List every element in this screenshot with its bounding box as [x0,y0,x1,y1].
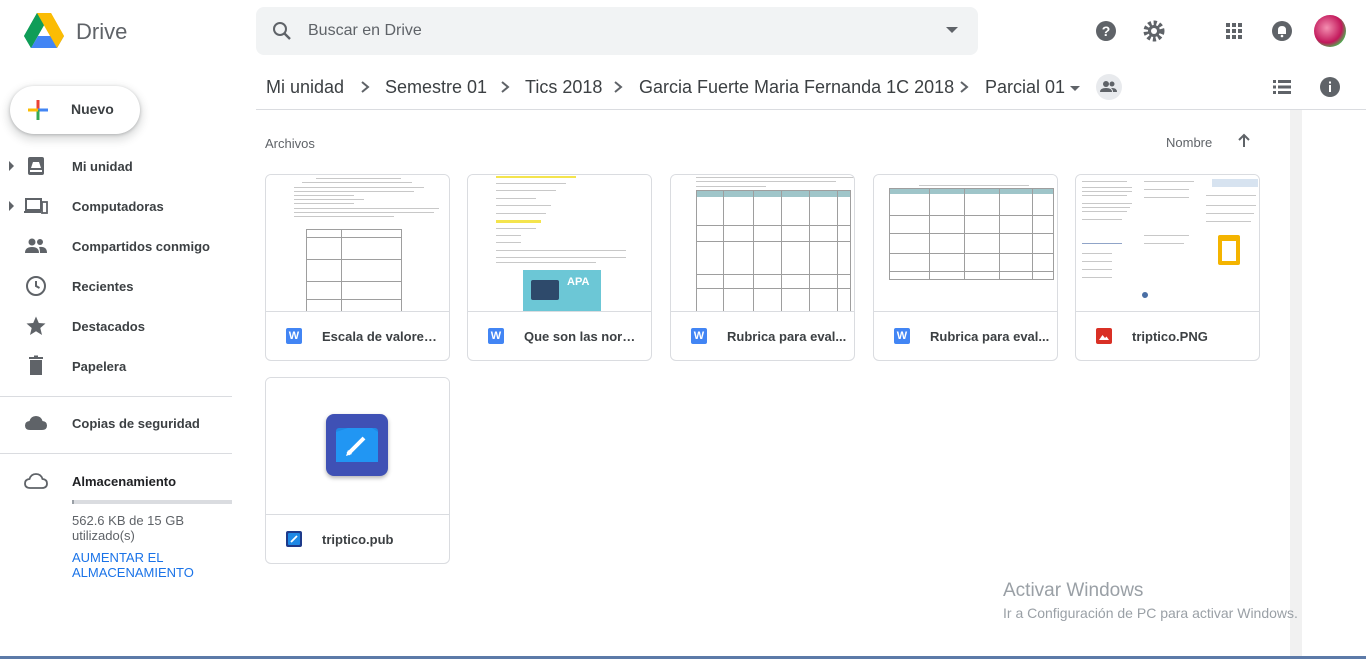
search-options-icon[interactable] [946,27,958,33]
breadcrumb-item[interactable]: Semestre 01 [385,77,487,98]
sidebar-item-my-drive[interactable]: Mi unidad [0,150,240,182]
file-name: triptico.PNG [1132,329,1208,344]
breadcrumb-item[interactable]: Garcia Fuerte Maria Fernanda 1C 2018 [639,77,954,98]
file-card[interactable]: triptico.pub [265,377,450,564]
file-card[interactable]: W Rubrica para eval... [670,174,855,361]
plus-icon [28,100,48,120]
sidebar-divider [0,453,232,454]
apa-image: APA [523,270,601,311]
chevron-right-icon [501,81,510,93]
search-icon[interactable] [270,19,294,43]
sidebar-item-trash[interactable]: Papelera [0,350,240,382]
cloud-icon [25,416,47,430]
file-thumbnail [1076,175,1259,312]
sidebar-item-label: Compartidos conmigo [72,239,210,254]
people-icon [25,238,47,253]
avatar[interactable] [1314,15,1346,47]
settings-icon[interactable] [1142,19,1166,43]
breadcrumb-current[interactable]: Parcial 01 [985,77,1065,98]
chevron-right-icon [614,81,623,93]
apps-icon[interactable] [1222,19,1246,43]
trash-icon [29,355,43,375]
chevron-right-icon [960,81,969,93]
star-icon [26,316,46,335]
publisher-file-icon [286,531,302,547]
folder-menu-caret-icon[interactable] [1068,82,1082,96]
storage-bar [72,500,232,504]
sidebar-item-storage[interactable]: Almacenamiento [0,465,240,497]
sidebar-item-computers[interactable]: Computadoras [0,190,240,222]
sidebar-item-backups[interactable]: Copias de seguridad [0,407,240,439]
search-input[interactable] [308,19,908,43]
new-button-label: Nuevo [71,101,114,117]
sidebar-item-recent[interactable]: Recientes [0,270,240,302]
file-card[interactable]: W Escala de valores ... [265,174,450,361]
file-thumbnail [874,175,1057,312]
file-card[interactable]: triptico.PNG [1075,174,1260,361]
word-doc-icon: W [894,328,910,344]
help-icon[interactable]: ? [1094,19,1118,43]
computers-icon [24,198,48,214]
file-thumbnail [266,175,449,312]
file-name: triptico.pub [322,532,394,547]
drive-logo-icon[interactable] [24,13,64,49]
list-view-icon[interactable] [1270,75,1294,99]
sort-button[interactable]: Nombre [1166,135,1212,150]
file-name: Escala de valores ... [322,329,442,344]
sidebar-item-starred[interactable]: Destacados [0,310,240,342]
file-area: Archivos Nombre W Escala de valores ... [256,110,1290,659]
sidebar-divider [0,396,232,397]
file-name: Que son las norm... [524,329,644,344]
upgrade-storage-link[interactable]: AUMENTAR EL ALMACENAMIENTO [72,550,242,580]
file-name: Rubrica para eval... [930,329,1050,344]
clock-icon [26,276,46,296]
word-doc-icon: W [488,328,504,344]
file-name: Rubrica para eval... [727,329,847,344]
breadcrumb: Mi unidad Semestre 01 Tics 2018 Garcia F… [256,64,1366,110]
sidebar-item-label: Papelera [72,359,127,374]
storage-bar-fill [72,500,74,504]
breadcrumb-item[interactable]: Mi unidad [266,77,344,98]
breadcrumb-item[interactable]: Tics 2018 [525,77,602,98]
expand-arrow-icon[interactable] [9,201,14,211]
info-icon[interactable] [1318,75,1342,99]
chevron-right-icon [361,81,370,93]
section-title: Archivos [265,136,315,151]
windows-activation-title: Activar Windows [1003,580,1144,601]
sidebar-item-shared[interactable]: Compartidos conmigo [0,230,240,262]
image-file-icon [1096,328,1112,344]
sort-ascending-icon[interactable] [1235,132,1253,150]
scrollbar[interactable] [1290,110,1302,659]
word-doc-icon: W [286,328,302,344]
search-bar[interactable] [256,7,978,55]
file-card[interactable]: APA W Que son las norm... [467,174,652,361]
svg-text:?: ? [1102,23,1111,39]
sidebar-item-label: Destacados [72,319,145,334]
word-doc-icon: W [691,328,707,344]
expand-arrow-icon[interactable] [9,161,14,171]
cloud-outline-icon [24,473,48,489]
sidebar-item-label: Computadoras [72,199,164,214]
file-thumbnail [266,378,449,515]
shared-folder-icon[interactable] [1096,74,1122,100]
file-card[interactable]: W Rubrica para eval... [873,174,1058,361]
drive-icon [28,157,44,175]
file-thumbnail: APA [468,175,651,312]
windows-activation-text: Ir a Configuración de PC para activar Wi… [1003,605,1298,621]
sidebar: Nuevo Mi unidad Computadoras Compartidos… [0,64,256,659]
app-title[interactable]: Drive [76,19,127,45]
notifications-icon[interactable] [1270,19,1294,43]
publisher-large-icon [326,414,388,476]
storage-usage-text: 562.6 KB de 15 GB utilizado(s) [72,513,185,543]
new-button[interactable]: Nuevo [10,86,140,134]
sidebar-item-label: Copias de seguridad [72,416,200,431]
sidebar-item-label: Almacenamiento [72,474,177,489]
sidebar-item-label: Recientes [72,279,134,294]
file-thumbnail [671,175,854,312]
sidebar-item-label: Mi unidad [72,159,133,174]
top-bar: Drive ? [0,0,1366,64]
